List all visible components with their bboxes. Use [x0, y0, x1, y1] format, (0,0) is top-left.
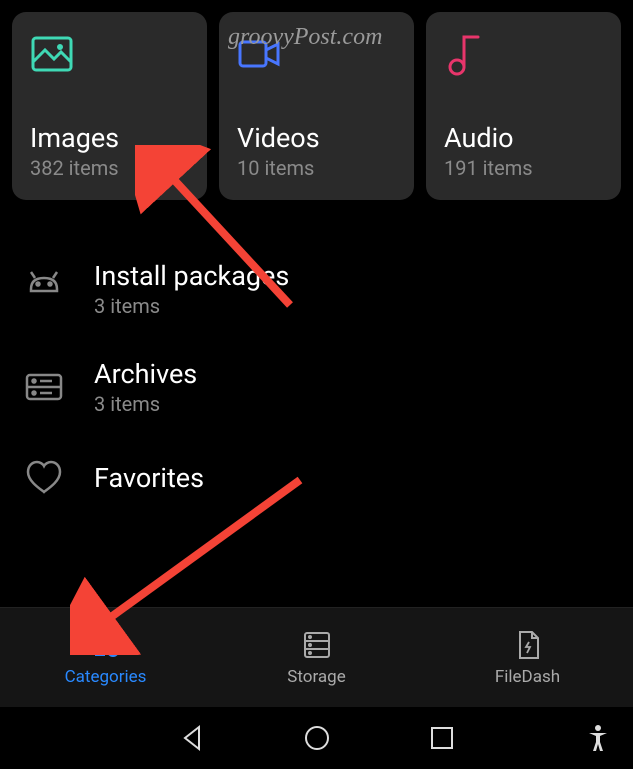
- heart-icon: [22, 456, 66, 500]
- watermark-text: groovyPost.com: [228, 24, 382, 51]
- archives-count: 3 items: [94, 392, 621, 416]
- annotation-arrow: [135, 145, 315, 325]
- archives-item[interactable]: Archives 3 items: [22, 338, 621, 436]
- recents-button[interactable]: [427, 723, 457, 753]
- audio-card[interactable]: Audio 191 items: [426, 12, 621, 200]
- list-text: Archives 3 items: [94, 358, 621, 416]
- accessibility-button[interactable]: [583, 723, 613, 753]
- main-content: Images 382 items Videos 10 items: [0, 0, 633, 532]
- android-system-bar: [0, 707, 633, 769]
- install-packages-item[interactable]: Install packages 3 items: [22, 240, 621, 338]
- nav-filedash-label: FileDash: [495, 667, 560, 687]
- audio-count: 191 items: [444, 156, 603, 180]
- nav-categories-label: Categories: [65, 667, 147, 687]
- filedash-icon: [512, 629, 544, 661]
- back-button[interactable]: [177, 723, 207, 753]
- image-icon: [30, 32, 74, 76]
- nav-storage-label: Storage: [287, 667, 345, 687]
- audio-icon: [444, 32, 488, 76]
- annotation-arrow: [70, 465, 320, 655]
- home-button[interactable]: [302, 723, 332, 753]
- nav-filedash[interactable]: FileDash: [422, 629, 633, 687]
- android-icon: [22, 267, 66, 311]
- audio-title: Audio: [444, 122, 603, 154]
- archives-title: Archives: [94, 358, 621, 390]
- archives-icon: [22, 365, 66, 409]
